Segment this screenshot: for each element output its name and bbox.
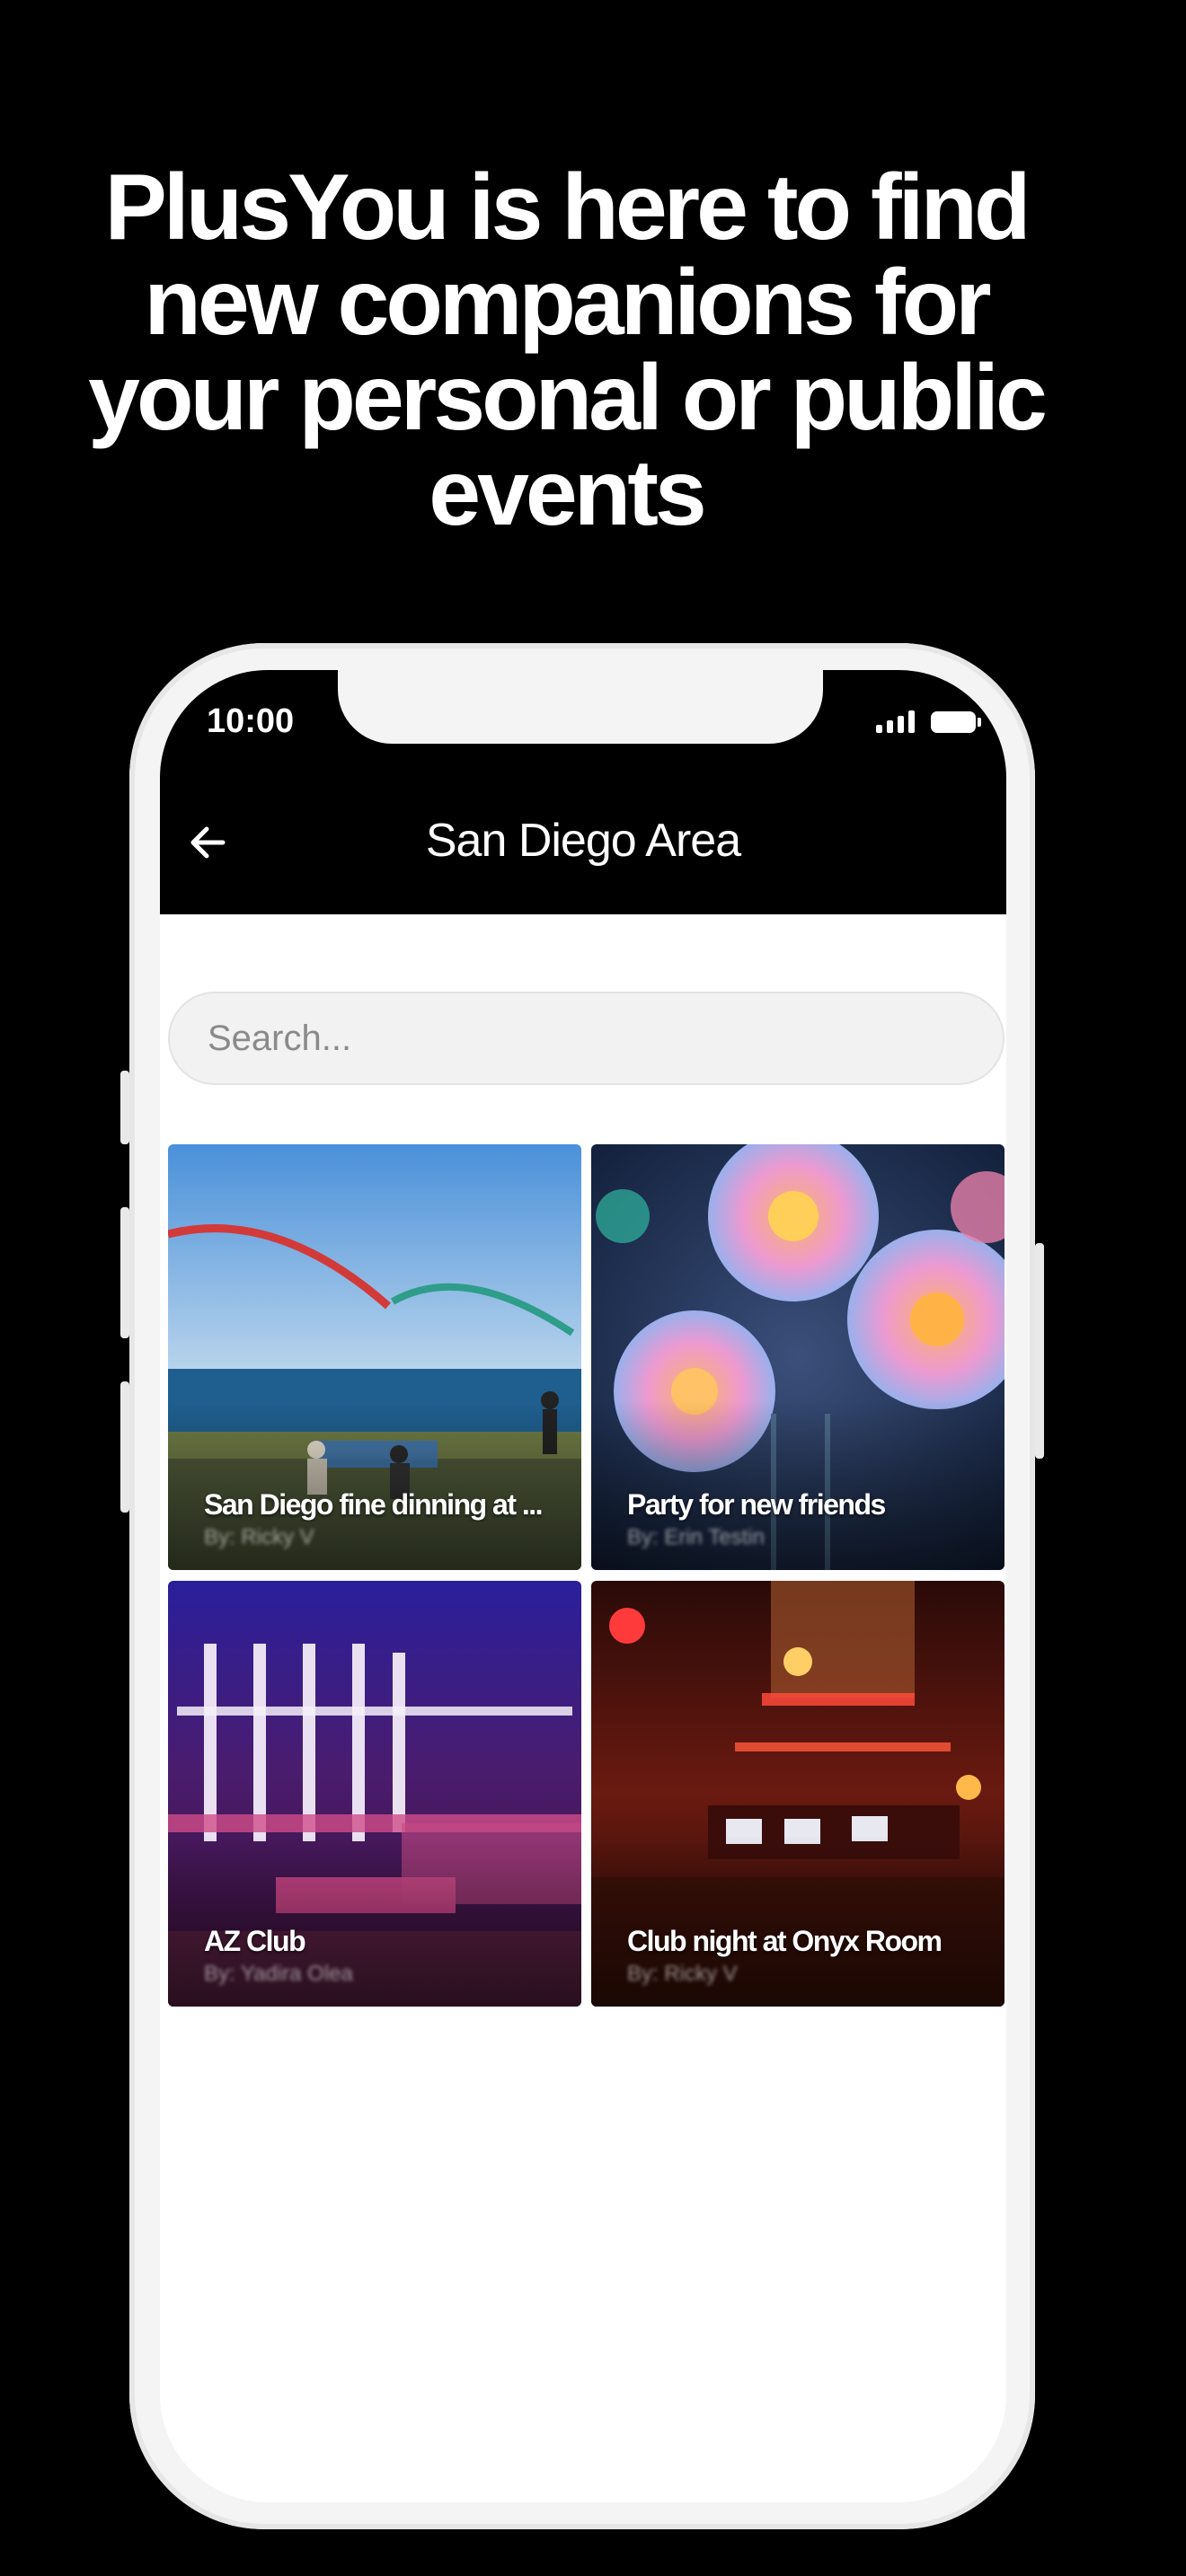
event-card[interactable]: San Diego fine dinning at ... By: Ricky … [168, 1144, 581, 1570]
event-grid: San Diego fine dinning at ... By: Ricky … [168, 1144, 1005, 2007]
app-header: 10:00 San Diego Area [160, 670, 1006, 914]
event-author: By: Ricky V [627, 1962, 738, 1986]
event-title: Club night at Onyx Room [627, 1925, 943, 1957]
page-title: San Diego Area [425, 815, 741, 867]
event-card[interactable]: Party for new friends By: Erin Testin [591, 1144, 1005, 1570]
phone-side-button [120, 1207, 129, 1338]
search-field[interactable] [168, 992, 1005, 1085]
phone-side-button [120, 1381, 129, 1513]
search-input[interactable] [170, 993, 1003, 1083]
status-icons [876, 710, 981, 733]
event-author: By: Ricky V [204, 1525, 314, 1549]
phone-frame: 10:00 San Diego Area Search... San Diego… [120, 643, 1044, 2529]
event-title: Party for new friends [627, 1488, 886, 1521]
event-card[interactable]: AZ Club By: Yadira Olea [168, 1581, 581, 2007]
signal-icon [876, 710, 915, 733]
event-author: By: Yadira Olea [204, 1962, 353, 1986]
headline: PlusYou is here to find new companions f… [88, 155, 1048, 545]
phone-notch [338, 670, 823, 744]
event-author: By: Erin Testin [627, 1525, 765, 1549]
event-title: San Diego fine dinning at ... [204, 1488, 544, 1521]
phone-side-button [120, 1071, 129, 1144]
phone-side-button [1035, 1243, 1044, 1459]
status-time: 10:00 [207, 702, 295, 740]
event-card[interactable]: Club night at Onyx Room By: Ricky V [591, 1581, 1005, 2007]
event-title: AZ Club [204, 1925, 306, 1957]
phone-screen: 10:00 San Diego Area Search... San Diego… [160, 670, 1006, 2502]
battery-icon [931, 711, 981, 733]
page: PlusYou is here to find new companions f… [0, 0, 1186, 2576]
